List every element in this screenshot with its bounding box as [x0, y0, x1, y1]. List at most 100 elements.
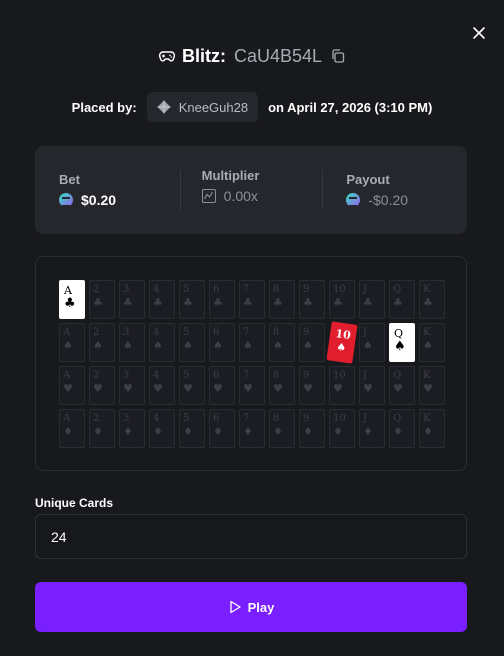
card-rank: 3 [123, 413, 130, 424]
card-rank: J [363, 370, 368, 381]
card-rank: 5 [183, 284, 190, 295]
card-slot: 5 ♠ [179, 323, 205, 362]
card-suit: ♥ [93, 382, 103, 395]
card-slot: 4 ♥ [149, 366, 175, 405]
card-slot: A ♦ [59, 409, 85, 448]
bet-label: Bet [59, 172, 80, 187]
card-slot: 9 ♥ [299, 366, 325, 405]
card-suit: ♦ [63, 425, 73, 438]
card-slot: 4 ♠ [149, 323, 175, 362]
bet-id: CaU4B54L [233, 45, 323, 66]
multiplier-stat: Multiplier 0.00x [179, 146, 323, 234]
card-slot: Q ♣ [389, 280, 415, 319]
card-slot: K ♥ [419, 366, 445, 405]
card-slot: 10 ♣ [329, 280, 355, 319]
card-rank: 2 [93, 413, 100, 424]
diamond-icon [157, 100, 171, 114]
play-button[interactable]: Play [35, 582, 467, 632]
card-suit: ♦ [93, 425, 103, 438]
card-rank: A [63, 370, 71, 381]
card-slot: 8 ♣ [269, 280, 295, 319]
card-suit: ♦ [213, 425, 223, 438]
card-rank: 9 [303, 327, 310, 338]
card-suit: ♣ [93, 296, 103, 309]
card-rank: 2 [93, 327, 100, 338]
card-slot: 9 ♠ [299, 323, 325, 362]
card-suit: ♠ [273, 339, 283, 352]
card-slot: 2 ♦ [89, 409, 115, 448]
card-suit: ♦ [153, 425, 163, 438]
card-rank: A [63, 413, 71, 424]
card-slot: 5 ♥ [179, 366, 205, 405]
card-suit: ♣ [183, 296, 193, 309]
card-suit: ♣ [153, 296, 163, 309]
card-slot: K ♦ [419, 409, 445, 448]
unique-cards-input[interactable] [35, 514, 467, 559]
card-slot: J ♦ [359, 409, 385, 448]
card-rank: 6 [213, 284, 220, 295]
close-icon[interactable] [468, 22, 490, 44]
username: KneeGuh28 [178, 99, 249, 115]
card-suit: ♠ [243, 339, 253, 352]
card-slot: 8 ♥ [269, 366, 295, 405]
card-slot: Q ♦ [389, 409, 415, 448]
placed-date: on April 27, 2026 (3:10 PM) [268, 99, 433, 115]
card-suit: ♠ [153, 339, 163, 352]
card-slot: 6 ♠ [209, 323, 235, 362]
card-rank: 8 [273, 284, 280, 295]
payout-stat: Payout -$0.20 [322, 146, 467, 234]
bet-details-modal: Blitz: CaU4B54L Placed by: KneeGuh28 on … [0, 0, 504, 656]
card-rank: K [423, 370, 431, 381]
card-slot: J ♠ [359, 323, 385, 362]
card-suit: ♥ [243, 382, 253, 395]
card-suit: ♥ [363, 382, 373, 395]
placed-by-row: Placed by: KneeGuh28 on April 27, 2026 (… [0, 92, 504, 122]
card-rank: 9 [303, 370, 310, 381]
card-rank: 8 [273, 327, 280, 338]
card-rank: Q [393, 370, 402, 381]
card-suit: ♦ [183, 425, 193, 438]
copy-icon[interactable] [330, 48, 346, 64]
card-slot: 8 ♠ [269, 323, 295, 362]
card-rank: 7 [243, 327, 250, 338]
card-suit: ♥ [153, 382, 163, 395]
card-slot: K ♣ [419, 280, 445, 319]
card-suit: ♣ [333, 296, 343, 309]
card-suit: ♠ [213, 339, 223, 352]
card-slot: 7 ♠ [239, 323, 265, 362]
card-slot: 5 ♦ [179, 409, 205, 448]
card-suit: ♦ [363, 425, 373, 438]
card-rank: 7 [243, 284, 250, 295]
payout-label: Payout [346, 172, 390, 187]
card-suit: ♥ [393, 382, 403, 395]
card-suit: ♥ [213, 382, 223, 395]
card-suit: ♠ [363, 339, 373, 352]
card-slot: 8 ♦ [269, 409, 295, 448]
user-chip[interactable]: KneeGuh28 [146, 92, 259, 122]
card-rank: K [423, 327, 431, 338]
unique-cards-label: Unique Cards [35, 496, 114, 510]
card-rank: 8 [273, 413, 280, 424]
card-suit: ♠ [63, 339, 73, 352]
card-suit: ♥ [273, 382, 283, 395]
card-slot: 2 ♥ [89, 366, 115, 405]
card-slot: 2 ♠ [89, 323, 115, 362]
card-slot: 10 ♥ [329, 366, 355, 405]
card-rank: 5 [183, 327, 190, 338]
bet-stats-panel: Bet $0.20 Multiplier 0.00x Payout -$0.20 [35, 146, 467, 234]
card-rank: 7 [243, 370, 250, 381]
coin-icon [346, 193, 361, 207]
coin-icon [59, 193, 73, 207]
revealed-card: Q ♠ [389, 323, 415, 362]
card-rank: 2 [93, 284, 100, 295]
card-suit: ♥ [423, 382, 433, 395]
card-rank: 4 [153, 284, 160, 295]
multiplier-label: Multiplier [201, 168, 260, 183]
card-suit: ♥ [333, 382, 343, 395]
card-slot: Q ♥ [389, 366, 415, 405]
card-rank: K [423, 413, 431, 424]
card-suit: ♦ [123, 425, 133, 438]
card-rank: 3 [123, 327, 130, 338]
card-slot: A ♠ [59, 323, 85, 362]
card-suit: ♦ [303, 425, 313, 438]
